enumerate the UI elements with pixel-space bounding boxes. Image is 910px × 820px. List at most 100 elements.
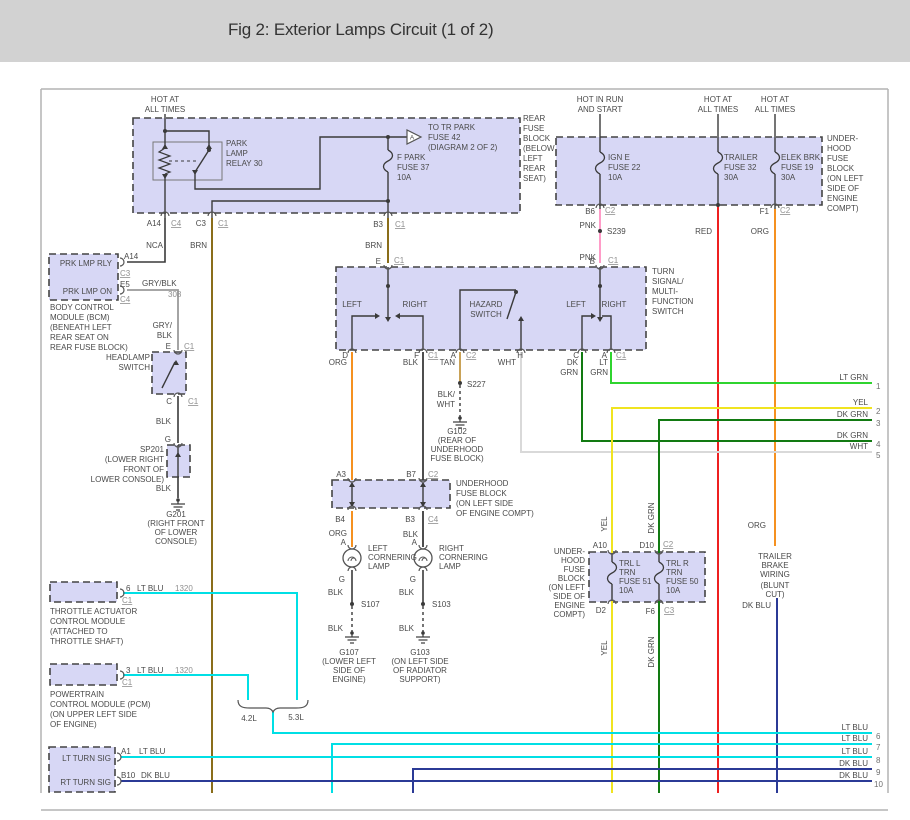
label-lt-blu: LT BLU (137, 584, 164, 593)
label-gry: GRY/ (153, 321, 173, 330)
label-lt-grn: LT GRN (839, 373, 868, 382)
label-c4: C4 (428, 515, 439, 524)
label-5-3l: 5.3L (288, 713, 304, 722)
label-lt-blu: LT BLU (842, 747, 869, 756)
label-dk-blu: DK BLU (742, 601, 771, 610)
label-6: 6 (126, 584, 131, 593)
label-b4: B4 (335, 515, 345, 524)
label-yel: YEL (600, 640, 609, 656)
label-elek-brk: ELEK BRK (781, 153, 821, 162)
label-side-of: SIDE OF (333, 666, 365, 675)
label-under: UNDER- (827, 134, 858, 143)
exterior-lamps-circuit-diagram: AHOT ATALL TIMESHOT IN RUNAND STARTHOT A… (40, 88, 889, 811)
label-on-left: (ON LEFT (549, 583, 586, 592)
label-f-park: F PARK (397, 153, 426, 162)
label-a14: A14 (147, 219, 162, 228)
label-to-tr-park: TO TR PARK (428, 123, 476, 132)
label-fuse-22: FUSE 22 (608, 163, 641, 172)
label-block: BLOCK (558, 574, 586, 583)
label-10a: 10A (397, 173, 412, 182)
label-brn: BRN (365, 241, 382, 250)
label-all-times: ALL TIMES (698, 105, 738, 114)
label-left: LEFT (368, 544, 388, 553)
label-rear-of: (REAR OF (438, 436, 476, 445)
label-blk: BLK (157, 331, 173, 340)
label-c3: C3 (664, 606, 675, 615)
label-console: CONSOLE) (155, 537, 197, 546)
label-c1: C1 (122, 678, 133, 687)
label-rear-seat-on: REAR SEAT ON (50, 333, 109, 342)
label-lt: LT (599, 358, 608, 367)
label-b3: B3 (405, 515, 415, 524)
label-of-lower: OF LOWER (155, 528, 198, 537)
label-c4: C4 (120, 295, 131, 304)
label-c: C (166, 397, 172, 406)
label-throttle-actuator: THROTTLE ACTUATOR (50, 607, 137, 616)
label-right: RIGHT (602, 300, 627, 309)
throttle-actuator-box (49, 581, 118, 603)
label-fuse-50: FUSE 50 (666, 577, 699, 586)
label-engine: ENGINE) (332, 675, 366, 684)
label-e: E (166, 342, 171, 351)
label-switch: SWITCH (118, 363, 150, 372)
label-underhood: UNDERHOOD (456, 479, 509, 488)
label-3: 3 (876, 419, 881, 428)
junction-dot-9 (514, 290, 518, 294)
label-engine: ENGINE (827, 194, 858, 203)
label-signal: SIGNAL/ (652, 277, 684, 286)
label-8: 8 (876, 756, 881, 765)
label-fuse-32: FUSE 32 (724, 163, 757, 172)
label-cornering: CORNERING (368, 553, 417, 562)
label-wht: WHT (498, 358, 516, 367)
label-trailer: TRAILER (758, 552, 792, 561)
label-hot-at: HOT AT (704, 95, 732, 104)
label-right: RIGHT (403, 300, 428, 309)
label-throttle-shaft: THROTTLE SHAFT) (50, 637, 124, 646)
label-dk: DK (567, 358, 579, 367)
label-c2: C2 (605, 206, 616, 215)
label-block: BLOCK (827, 164, 855, 173)
label-diagram-2-of-2: (DIAGRAM 2 OF 2) (428, 143, 498, 152)
label-blk: BLK (328, 588, 344, 597)
label-blunt: (BLUNT (761, 581, 790, 590)
label-g103: G103 (410, 648, 430, 657)
label-trailer: TRAILER (724, 153, 758, 162)
label-blk: BLK (399, 588, 415, 597)
label-fuse-block: FUSE BLOCK) (430, 454, 484, 463)
label-c1: C1 (394, 256, 405, 265)
label-f1: F1 (760, 207, 770, 216)
label-c2: C2 (780, 206, 791, 215)
label-on-left-side: (ON LEFT SIDE (456, 499, 513, 508)
label-1320: 1320 (175, 584, 193, 593)
label-all-times: ALL TIMES (145, 105, 185, 114)
label-9: 9 (876, 768, 881, 777)
label-rear: REAR (523, 114, 545, 123)
wire-wht-h (520, 352, 872, 453)
label-on-upper-left-side: (ON UPPER LEFT SIDE (50, 710, 137, 719)
label-beneath-left: (BENEATH LEFT (50, 323, 112, 332)
label-a14: A14 (124, 252, 139, 261)
label-compt: COMPT) (553, 610, 585, 619)
label-support: SUPPORT) (399, 675, 441, 684)
label-dk-blu: DK BLU (839, 771, 868, 780)
label-c3: C3 (196, 219, 207, 228)
label-c1: C1 (122, 596, 133, 605)
wire-ltblu-merge-6 (272, 712, 872, 734)
label-lower-right: (LOWER RIGHT (105, 455, 164, 464)
label-h: H (517, 351, 523, 360)
junction-dot-8 (598, 284, 602, 288)
label-blk: BLK (328, 624, 344, 633)
label-lower-left: (LOWER LEFT (322, 657, 376, 666)
label-below: (BELOW (523, 144, 555, 153)
label-a1: A1 (121, 747, 131, 756)
label-s103: S103 (432, 600, 451, 609)
label-on-left: (ON LEFT (827, 174, 864, 183)
pcm-box (49, 663, 118, 686)
label-side-of: SIDE OF (827, 184, 859, 193)
label-tan: TAN (440, 358, 456, 367)
label-s227: S227 (467, 380, 486, 389)
label-blk: BLK (399, 624, 415, 633)
engine-option-brace-icon (237, 699, 309, 714)
label-lamp: LAMP (226, 149, 248, 158)
label-e: E (376, 257, 381, 266)
